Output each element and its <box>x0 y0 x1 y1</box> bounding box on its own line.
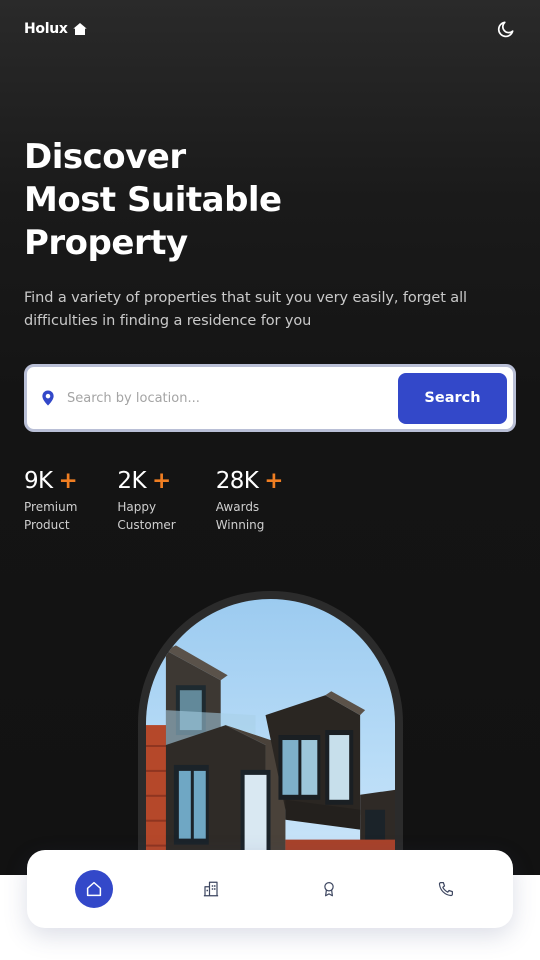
building-icon <box>204 881 219 897</box>
phone-icon <box>439 882 454 897</box>
page-title: Discover Most Suitable Property <box>24 136 344 265</box>
stat-happy-customer: 2K + Happy Customer <box>117 466 175 534</box>
stat-premium-product: 9K + Premium Product <box>24 466 78 534</box>
title-line: Property <box>24 223 188 263</box>
nav-item-properties[interactable] <box>192 870 230 908</box>
top-bar: Holux <box>24 18 516 40</box>
stat-awards-winning: 28K + Awards Winning <box>215 466 284 534</box>
property-image-frame <box>138 591 403 891</box>
search-bar: Search <box>24 364 516 432</box>
search-input[interactable] <box>67 378 398 418</box>
home-icon <box>86 881 101 897</box>
stat-label: Awards Winning <box>215 500 265 532</box>
plus-icon: + <box>264 468 283 494</box>
brand-name: Holux <box>24 21 68 37</box>
plus-icon: + <box>58 468 78 494</box>
moon-icon[interactable] <box>496 19 516 39</box>
stat-label: Happy Customer <box>117 500 176 532</box>
home-icon <box>72 23 87 35</box>
brand-logo[interactable]: Holux <box>24 21 88 37</box>
stat-value: 9K <box>24 468 53 494</box>
stat-value: 28K <box>215 468 259 494</box>
title-line: Discover <box>24 137 186 177</box>
nav-item-contact[interactable] <box>427 870 465 908</box>
hero-subtitle: Find a variety of properties that suit y… <box>24 290 467 329</box>
stats-row: 9K + Premium Product 2K + Happy Customer 2… <box>24 466 323 534</box>
nav-item-awards[interactable] <box>310 870 348 908</box>
building-illustration <box>146 645 395 891</box>
title-line: Most Suitable <box>24 180 282 220</box>
award-icon <box>324 882 334 897</box>
location-pin-icon <box>42 390 54 406</box>
property-image <box>146 599 395 891</box>
bottom-nav <box>27 850 513 928</box>
nav-item-home[interactable] <box>74 870 113 908</box>
search-button[interactable]: Search <box>398 372 507 424</box>
stat-value: 2K <box>117 468 146 494</box>
stat-label: Premium Product <box>24 500 78 532</box>
plus-icon: + <box>151 468 171 494</box>
